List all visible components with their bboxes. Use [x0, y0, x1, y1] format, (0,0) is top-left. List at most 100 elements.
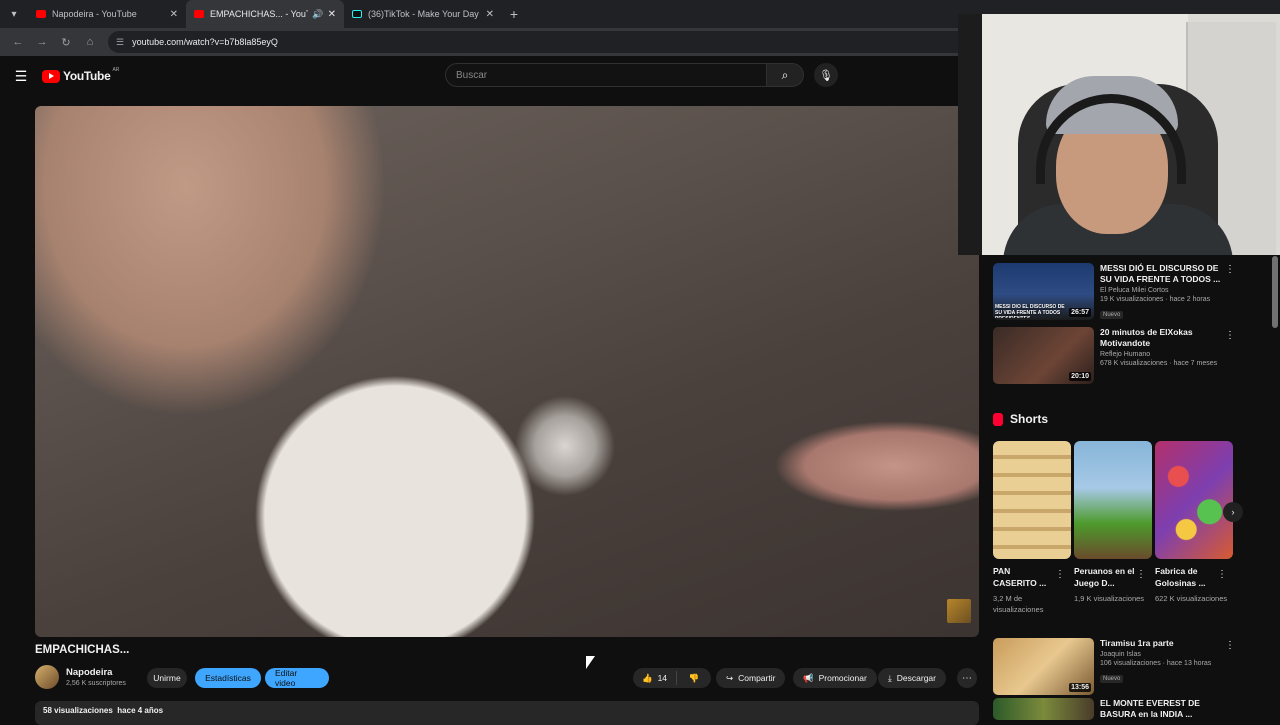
youtube-header: ☰ YouTube AR Buscar ⌕ 🎙: [0, 56, 960, 96]
new-tab-button[interactable]: +: [502, 6, 526, 22]
youtube-icon: [194, 10, 204, 18]
home-icon[interactable]: ⌂: [78, 30, 102, 54]
megaphone-icon: 📢: [803, 672, 814, 683]
video-title[interactable]: MESSI DIÓ EL DISCURSO DE SU VIDA FRENTE …: [1100, 263, 1224, 285]
menu-icon[interactable]: ☰: [0, 68, 42, 85]
youtube-logo[interactable]: YouTube AR: [42, 67, 120, 83]
shorts-title: Shorts: [1010, 412, 1049, 426]
channel-name[interactable]: El Peluca Milei Cortos: [1100, 287, 1224, 294]
chevron-right-icon[interactable]: ›: [1223, 502, 1243, 522]
close-icon[interactable]: ✕: [328, 9, 336, 20]
recommendation-item[interactable]: 13:56 Tiramisu 1ra parte Joaquin Islas 1…: [993, 638, 1224, 695]
channel-avatar[interactable]: [35, 665, 59, 689]
mic-icon: 🎙: [819, 69, 833, 82]
country-code: AR: [112, 67, 120, 73]
recommendation-item[interactable]: EL MONTE EVEREST DE BASURA en la INDIA .…: [993, 698, 1224, 720]
kebab-menu-icon[interactable]: ⋮: [1225, 330, 1235, 341]
site-info-icon[interactable]: ☰: [116, 37, 124, 48]
tab-napodeira[interactable]: Napodeira - YouTube ✕: [28, 0, 186, 28]
channel-watermark-icon[interactable]: [947, 599, 971, 623]
shorts-icon: [993, 412, 1003, 426]
youtube-play-icon: [42, 69, 60, 83]
short-title[interactable]: Fabrica de Golosinas ...: [1155, 565, 1217, 589]
download-icon: ⤓: [888, 672, 892, 683]
search-icon: ⌕: [781, 67, 789, 82]
video-player[interactable]: [35, 106, 979, 637]
mic-button[interactable]: 🎙: [814, 63, 838, 87]
channel-name[interactable]: Napodeira: [66, 667, 126, 678]
channel-name[interactable]: Joaquin Islas: [1100, 651, 1224, 658]
short-views: 3,2 M de visualizaciones: [993, 594, 1044, 614]
short-thumbnail[interactable]: [993, 441, 1071, 559]
page-scrollbar[interactable]: [1272, 256, 1278, 328]
video-duration: 20:10: [1069, 372, 1091, 381]
tiktok-icon: [352, 10, 362, 18]
video-title[interactable]: Tiramisu 1ra parte: [1100, 638, 1224, 649]
short-item[interactable]: Peruanos en el Juego D... 1,9 K visualiz…: [1074, 441, 1152, 604]
short-title[interactable]: PAN CASERITO ...: [993, 565, 1055, 589]
youtube-icon: [36, 10, 46, 18]
recommendation-item[interactable]: 20:10 20 minutos de ElXokas Motivandote …: [993, 327, 1224, 384]
like-dislike-group: 👍 14 👎: [633, 668, 711, 688]
short-views: 1,9 K visualizaciones: [1074, 594, 1145, 603]
channel-owner: Napodeira 2,56 K suscriptores: [35, 665, 126, 689]
kebab-menu-icon[interactable]: ⋮: [1136, 569, 1146, 580]
tab-search-icon[interactable]: ▾: [0, 0, 28, 28]
tab-empachichas[interactable]: EMPACHICHAS... - YouTube 🔊 ✕: [186, 0, 344, 28]
tab-title: EMPACHICHAS... - YouTube: [210, 9, 308, 19]
dislike-button[interactable]: 👎: [677, 673, 711, 684]
recommendation-item[interactable]: MESSI DIÓ EL DISCURSO DE SU VIDA FRENTE …: [993, 263, 1224, 321]
like-button[interactable]: 👍 14: [633, 671, 677, 685]
tab-tiktok[interactable]: (36)TikTok - Make Your Day ✕: [344, 0, 502, 28]
short-item[interactable]: Fabrica de Golosinas ... 622 K visualiza…: [1155, 441, 1233, 604]
video-title[interactable]: 20 minutos de ElXokas Motivandote: [1100, 327, 1224, 349]
video-thumbnail[interactable]: 20:10: [993, 327, 1094, 384]
subscriber-count: 2,56 K suscriptores: [66, 680, 126, 687]
close-icon[interactable]: ✕: [170, 9, 178, 20]
kebab-menu-icon[interactable]: ⋮: [1217, 569, 1227, 580]
search-input[interactable]: Buscar: [445, 63, 767, 87]
promote-button[interactable]: 📢 Promocionar: [793, 668, 877, 688]
video-meta: 678 K visualizaciones · hace 7 meses: [1100, 360, 1218, 367]
more-actions-button[interactable]: ⋯: [957, 668, 977, 688]
join-button[interactable]: Unirme: [147, 668, 187, 688]
video-thumbnail[interactable]: MESSI DIÓ EL DISCURSO DE SU VIDA FRENTE …: [993, 263, 1094, 320]
tab-title: Napodeira - YouTube: [52, 9, 137, 19]
url-field[interactable]: ☰ youtube.com/watch?v=b7b8la85eyQ: [108, 31, 968, 53]
kebab-menu-icon[interactable]: ⋮: [1225, 640, 1235, 651]
shorts-heading: Shorts: [993, 412, 1048, 426]
channel-name[interactable]: Reflejo Humano: [1100, 351, 1224, 358]
back-icon[interactable]: ←: [6, 30, 30, 54]
download-label: Descargar: [896, 673, 936, 683]
short-item[interactable]: PAN CASERITO ... 3,2 M de visualizacione…: [993, 441, 1071, 615]
new-badge: Nuevo: [1100, 311, 1124, 319]
edit-video-button[interactable]: Editar video: [265, 668, 329, 688]
short-title[interactable]: Peruanos en el Juego D...: [1074, 565, 1136, 589]
webcam-overlay: [958, 14, 1280, 255]
kebab-menu-icon[interactable]: ⋮: [1055, 569, 1065, 580]
like-count: 14: [657, 673, 668, 683]
speaker-icon[interactable]: 🔊: [312, 9, 323, 20]
video-title[interactable]: EL MONTE EVEREST DE BASURA en la INDIA .…: [1100, 698, 1224, 720]
search-button[interactable]: ⌕: [766, 63, 804, 87]
forward-icon[interactable]: →: [30, 30, 54, 54]
reload-icon[interactable]: ↻: [54, 30, 78, 54]
video-thumbnail[interactable]: 13:56: [993, 638, 1094, 695]
kebab-menu-icon[interactable]: ⋮: [1225, 264, 1235, 275]
share-icon: ↪: [726, 672, 734, 683]
video-thumbnail[interactable]: [993, 698, 1094, 720]
short-thumbnail[interactable]: [1074, 441, 1152, 559]
video-meta: 106 visualizaciones · hace 13 horas: [1100, 660, 1212, 667]
new-badge: Nuevo: [1100, 675, 1124, 683]
video-title: EMPACHICHAS...: [35, 644, 130, 656]
short-views: 622 K visualizaciones: [1155, 594, 1228, 603]
description-box[interactable]: 58 visualizaciones hace 4 años: [35, 701, 979, 725]
close-icon[interactable]: ✕: [486, 9, 494, 20]
download-button[interactable]: ⤓ Descargar: [878, 668, 946, 688]
short-thumbnail[interactable]: [1155, 441, 1233, 559]
mouse-cursor: [586, 656, 595, 669]
share-button[interactable]: ↪ Compartir: [716, 668, 786, 688]
stats-button[interactable]: Estadísticas: [195, 668, 261, 688]
thumbs-down-icon: 👎: [688, 672, 700, 683]
view-count: 58 visualizaciones: [43, 706, 113, 715]
